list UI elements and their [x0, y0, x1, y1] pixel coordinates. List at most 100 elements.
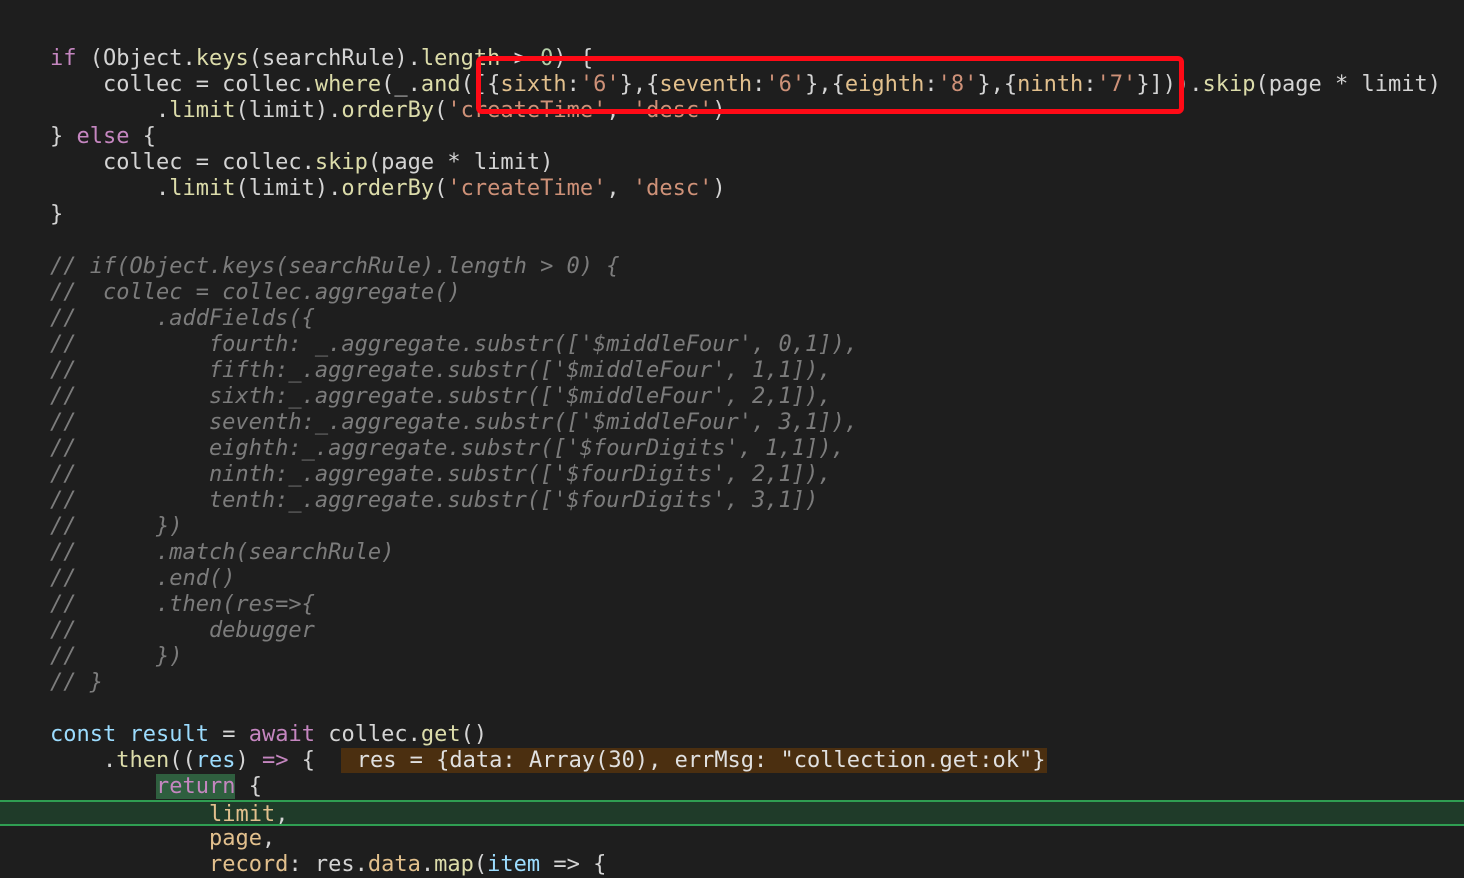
- code-text: // .then(res=>{: [50, 592, 315, 618]
- code-line[interactable]: // fourth: _.aggregate.substr(['$middleF…: [0, 332, 1464, 358]
- code-line[interactable]: .limit(limit).orderBy('createTime', 'des…: [0, 98, 1464, 124]
- code-token: '6': [579, 72, 620, 97]
- code-text: limit,: [50, 802, 288, 828]
- code-text: const result = await collec.get(): [50, 722, 487, 748]
- code-token: orderBy: [341, 98, 435, 123]
- code-token: 'createTime': [447, 98, 607, 123]
- code-line[interactable]: // }): [0, 514, 1464, 540]
- code-line[interactable]: collec = collec.skip(page * limit): [0, 150, 1464, 176]
- code-token: ([{: [460, 72, 501, 97]
- code-token: },{: [619, 72, 660, 97]
- code-token: ): [235, 748, 262, 773]
- code-token: '7': [1096, 72, 1137, 97]
- code-token: (page: [367, 150, 448, 175]
- code-token: 'desc': [632, 176, 713, 201]
- code-token: .: [50, 98, 170, 123]
- code-line[interactable]: }: [0, 202, 1464, 228]
- code-line[interactable]: const result = await collec.get(): [0, 722, 1464, 748]
- code-text: .then((res) => { res = {data: Array(30),…: [50, 748, 1048, 774]
- code-token: else: [76, 124, 130, 149]
- code-token: keys: [195, 46, 249, 71]
- code-token: :: [566, 72, 580, 97]
- code-token: return: [155, 774, 236, 799]
- code-text: // fifth:_.aggregate.substr(['$middleFou…: [50, 358, 831, 384]
- code-line[interactable]: limit,: [0, 800, 1464, 828]
- code-token: :: [924, 72, 938, 97]
- code-token: // if(Object.keys(searchRule).length > 0…: [50, 254, 620, 279]
- code-text: // debugger: [50, 618, 315, 644]
- code-token: ,: [261, 826, 276, 851]
- code-text: return {: [50, 774, 262, 800]
- code-line[interactable]: .limit(limit).orderBy('createTime', 'des…: [0, 176, 1464, 202]
- code-token: }: [50, 202, 64, 227]
- code-line[interactable]: return {: [0, 774, 1464, 800]
- code-line[interactable]: // if(Object.keys(searchRule).length > 0…: [0, 254, 1464, 280]
- code-line[interactable]: [0, 228, 1464, 254]
- code-line[interactable]: } else {: [0, 124, 1464, 150]
- code-token: 'createTime': [447, 176, 607, 201]
- code-line[interactable]: record: res.data.map(item => {: [0, 852, 1464, 878]
- code-text: // }: [50, 670, 103, 696]
- code-text: // tenth:_.aggregate.substr(['$fourDigit…: [50, 488, 818, 514]
- code-line[interactable]: // collec = collec.aggregate(): [0, 280, 1464, 306]
- code-editor[interactable]: if (Object.keys(searchRule).length > 0) …: [0, 0, 1464, 877]
- code-token: // ninth:_.aggregate.substr(['$fourDigit…: [50, 462, 832, 487]
- code-token: collec.: [314, 722, 421, 747]
- code-text: if (Object.keys(searchRule).length > 0) …: [50, 46, 593, 72]
- code-line[interactable]: // seventh:_.aggregate.substr(['$middleF…: [0, 410, 1464, 436]
- code-token: limit): [1348, 72, 1441, 97]
- code-token: // tenth:_.aggregate.substr(['$fourDigit…: [50, 488, 819, 513]
- code-token: skip: [1202, 72, 1256, 97]
- code-token: data: [367, 852, 421, 877]
- code-token: },{: [805, 72, 845, 97]
- code-line[interactable]: .then((res) => { res = {data: Array(30),…: [0, 748, 1464, 774]
- code-token: {: [235, 774, 262, 799]
- code-line[interactable]: [0, 20, 1464, 46]
- code-token: await: [248, 722, 315, 747]
- code-token: if: [50, 46, 77, 71]
- code-token: // eighth:_.aggregate.substr(['$fourDigi…: [50, 436, 845, 461]
- code-line[interactable]: page,: [0, 826, 1464, 852]
- code-token: limit: [208, 802, 276, 827]
- code-token: ,: [275, 802, 289, 827]
- code-token: limit: [169, 98, 236, 123]
- code-line[interactable]: // fifth:_.aggregate.substr(['$middleFou…: [0, 358, 1464, 384]
- code-line[interactable]: collec = collec.where(_.and([{sixth:'6'}…: [0, 72, 1464, 98]
- code-line[interactable]: if (Object.keys(searchRule).length > 0) …: [0, 46, 1464, 72]
- code-text: collec = collec.skip(page * limit): [50, 150, 553, 176]
- code-token: // }: [50, 670, 103, 695]
- code-token: // fifth:_.aggregate.substr(['$middleFou…: [50, 358, 832, 383]
- code-line[interactable]: // tenth:_.aggregate.substr(['$fourDigit…: [0, 488, 1464, 514]
- code-line[interactable]: // eighth:_.aggregate.substr(['$fourDigi…: [0, 436, 1464, 462]
- code-token: (_.: [381, 72, 421, 97]
- code-text: .limit(limit).orderBy('createTime', 'des…: [50, 176, 726, 202]
- code-line[interactable]: // ninth:_.aggregate.substr(['$fourDigit…: [0, 462, 1464, 488]
- code-line[interactable]: // }: [0, 670, 1464, 696]
- code-token: limit: [169, 176, 236, 201]
- code-token: limit): [460, 150, 554, 175]
- code-line[interactable]: // .end(): [0, 566, 1464, 592]
- code-token: result: [129, 722, 209, 747]
- code-token: (: [473, 852, 488, 877]
- code-token: skip: [314, 150, 368, 175]
- code-token: .: [50, 176, 170, 201]
- code-token: collec = collec.: [50, 72, 315, 97]
- code-line[interactable]: // sixth:_.aggregate.substr(['$middleFou…: [0, 384, 1464, 410]
- code-token: ((: [169, 748, 196, 773]
- code-text: // collec = collec.aggregate(): [50, 280, 461, 306]
- code-token: // .then(res=>{: [50, 592, 315, 617]
- code-token: (limit).: [235, 176, 342, 201]
- code-line[interactable]: // }): [0, 644, 1464, 670]
- code-line[interactable]: // .match(searchRule): [0, 540, 1464, 566]
- code-token: :: [1083, 72, 1097, 97]
- code-token: (: [434, 98, 448, 123]
- code-line[interactable]: [0, 696, 1464, 722]
- code-token: get: [420, 722, 461, 747]
- code-line[interactable]: // .addFields({: [0, 306, 1464, 332]
- code-text: // eighth:_.aggregate.substr(['$fourDigi…: [50, 436, 845, 462]
- code-token: },{: [977, 72, 1018, 97]
- code-line[interactable]: // debugger: [0, 618, 1464, 644]
- code-token: *: [1335, 72, 1349, 97]
- code-line[interactable]: // .then(res=>{: [0, 592, 1464, 618]
